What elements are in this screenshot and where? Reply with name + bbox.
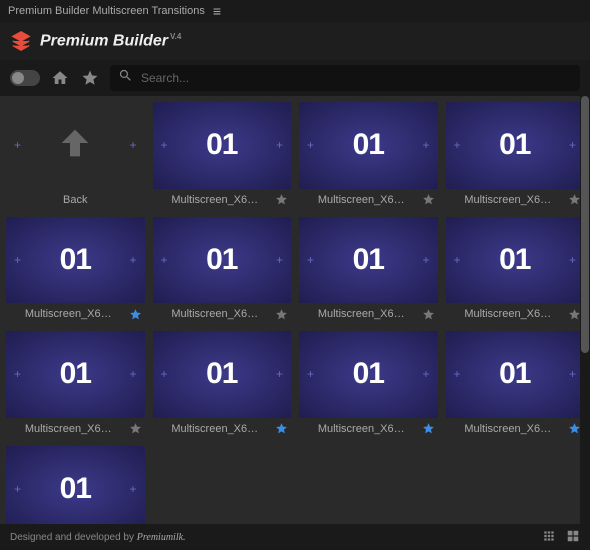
thumb-number: 01 <box>206 357 237 391</box>
preset-tile[interactable]: 01 Multiscreen_X6… <box>6 217 145 324</box>
preset-thumbnail[interactable]: 01 <box>6 331 145 418</box>
scrollbar[interactable] <box>580 96 590 524</box>
large-grid-view-icon[interactable] <box>566 529 580 546</box>
preset-label: Multiscreen_X6… <box>448 194 569 206</box>
preset-thumbnail[interactable]: 01 <box>153 217 292 304</box>
favorite-star-icon[interactable] <box>275 193 289 206</box>
preset-tile[interactable]: 01 Multiscreen_X6… <box>299 102 438 209</box>
preset-thumbnail[interactable]: 01 <box>446 102 585 189</box>
favorite-star-icon[interactable] <box>275 308 289 321</box>
thumb-number: 01 <box>60 357 91 391</box>
favorite-star-icon[interactable] <box>422 308 436 321</box>
preset-tile[interactable]: 01 Multiscreen_X6… <box>299 331 438 438</box>
preset-label: Multiscreen_X6… <box>8 423 129 435</box>
preset-tile[interactable]: 01 Multiscreen_X6… <box>446 331 585 438</box>
preset-thumbnail[interactable]: 01 <box>299 331 438 418</box>
thumb-number: 01 <box>499 357 530 391</box>
preset-label: Multiscreen_X6… <box>301 194 422 206</box>
preset-thumbnail[interactable]: 01 <box>446 217 585 304</box>
preset-tile[interactable]: 01 Multiscreen_X6… <box>446 217 585 324</box>
favorite-star-icon[interactable] <box>422 193 436 206</box>
thumb-number: 01 <box>353 357 384 391</box>
footer-credit: Designed and developed by Premiumilk. <box>10 532 186 543</box>
back-thumb[interactable] <box>6 102 145 189</box>
favorite-star-icon[interactable] <box>129 308 143 321</box>
preset-tile[interactable]: 01 Multiscreen_X6… <box>446 102 585 209</box>
preset-tile[interactable]: 01 Multiscreen_X6… <box>6 331 145 438</box>
preset-tile[interactable]: 01 Multiscreen_X6… <box>153 331 292 438</box>
preset-tile[interactable]: 01 Multiscreen_X6… <box>6 446 145 524</box>
preset-thumbnail[interactable]: 01 <box>299 217 438 304</box>
back-tile[interactable]: Back <box>6 102 145 209</box>
preset-tile[interactable]: 01 Multiscreen_X6… <box>153 102 292 209</box>
preset-tile[interactable]: 01 Multiscreen_X6… <box>299 217 438 324</box>
thumb-number: 01 <box>206 128 237 162</box>
home-icon[interactable] <box>50 68 70 88</box>
thumb-number: 01 <box>60 472 91 506</box>
favorite-star-icon[interactable] <box>129 422 143 435</box>
preset-tile[interactable]: 01 Multiscreen_X6… <box>153 217 292 324</box>
back-label: Back <box>8 194 143 206</box>
hamburger-icon[interactable]: ≡ <box>213 3 221 19</box>
preset-thumbnail[interactable]: 01 <box>299 102 438 189</box>
favorite-star-icon[interactable] <box>422 422 436 435</box>
preset-label: Multiscreen_X6… <box>448 423 569 435</box>
search-input[interactable] <box>141 71 572 85</box>
thumb-number: 01 <box>499 243 530 277</box>
preset-label: Multiscreen_X6… <box>155 423 276 435</box>
arrow-up-icon <box>55 123 95 168</box>
preset-thumbnail[interactable]: 01 <box>446 331 585 418</box>
thumb-number: 01 <box>60 243 91 277</box>
grid-view-icon[interactable] <box>542 529 556 546</box>
thumb-number: 01 <box>353 128 384 162</box>
window-title: Premium Builder Multiscreen Transitions <box>8 5 205 17</box>
search-icon <box>118 68 133 88</box>
preset-thumbnail[interactable]: 01 <box>6 217 145 304</box>
preset-label: Multiscreen_X6… <box>8 308 129 320</box>
app-title: Premium BuilderV.4 <box>40 32 181 50</box>
preset-label: Multiscreen_X6… <box>155 308 276 320</box>
preset-thumbnail[interactable]: 01 <box>6 446 145 524</box>
thumb-number: 01 <box>206 243 237 277</box>
preset-label: Multiscreen_X6… <box>448 308 569 320</box>
preset-label: Multiscreen_X6… <box>301 423 422 435</box>
preset-thumbnail[interactable]: 01 <box>153 102 292 189</box>
preset-thumbnail[interactable]: 01 <box>153 331 292 418</box>
thumb-number: 01 <box>353 243 384 277</box>
preset-label: Multiscreen_X6… <box>155 194 276 206</box>
toggle-switch[interactable] <box>10 70 40 86</box>
thumb-number: 01 <box>499 128 530 162</box>
preset-label: Multiscreen_X6… <box>301 308 422 320</box>
favorite-star-icon[interactable] <box>275 422 289 435</box>
favorites-star-icon[interactable] <box>80 68 100 88</box>
app-logo-icon <box>10 30 32 52</box>
